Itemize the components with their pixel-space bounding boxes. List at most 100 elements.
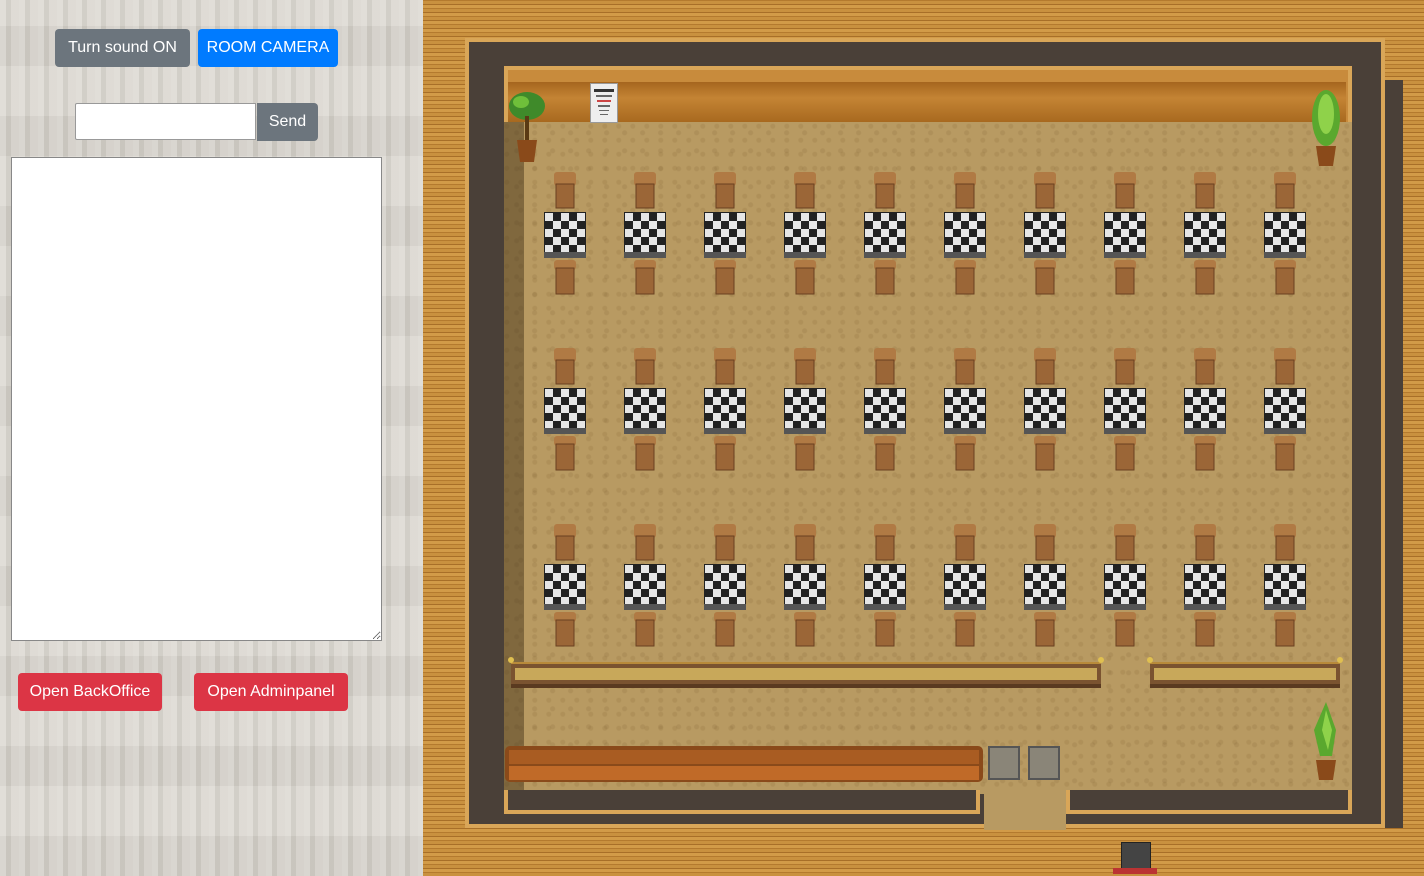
chair-icon [1114, 172, 1136, 209]
desk-icon [624, 388, 666, 434]
chair-icon [1274, 612, 1296, 647]
desk-icon [944, 388, 986, 434]
chair-icon [1034, 612, 1056, 647]
desk-icon [1104, 564, 1146, 610]
chair-icon [1114, 260, 1136, 295]
chair-icon [554, 348, 576, 385]
chair-icon [1274, 436, 1296, 471]
desk-icon [864, 212, 906, 258]
chair-icon [954, 172, 976, 209]
desk-icon [784, 388, 826, 434]
chair-icon [634, 524, 656, 561]
chair-icon [554, 436, 576, 471]
avatar-nameplate [1113, 868, 1157, 874]
control-panel: Turn sound ON ROOM CAMERA Send Open Back… [0, 0, 423, 876]
chair-icon [554, 612, 576, 647]
crate-icon [1028, 746, 1060, 780]
chair-icon [1114, 348, 1136, 385]
room-camera-button[interactable]: ROOM CAMERA [198, 29, 338, 67]
chair-icon [714, 260, 736, 295]
chair-icon [874, 348, 896, 385]
chair-icon [1194, 172, 1216, 209]
desk-icon [1264, 564, 1306, 610]
chair-icon [1034, 436, 1056, 471]
chair-icon [794, 612, 816, 647]
chair-icon [554, 172, 576, 209]
game-canvas[interactable] [423, 0, 1424, 876]
chair-icon [1194, 348, 1216, 385]
chair-icon [1274, 260, 1296, 295]
chair-icon [1114, 612, 1136, 647]
sofa-icon [505, 746, 983, 782]
chair-icon [794, 524, 816, 561]
desk-icon [1184, 212, 1226, 258]
desk-icon [704, 564, 746, 610]
chair-icon [1034, 348, 1056, 385]
chair-icon [794, 436, 816, 471]
desk-icon [704, 388, 746, 434]
chair-icon [794, 260, 816, 295]
chair-icon [714, 348, 736, 385]
chair-icon [954, 348, 976, 385]
chair-icon [714, 612, 736, 647]
chair-icon [634, 612, 656, 647]
desk-icon [1104, 212, 1146, 258]
chair-icon [954, 260, 976, 295]
chair-icon [1034, 260, 1056, 295]
desk-icon [1024, 212, 1066, 258]
chair-icon [954, 612, 976, 647]
chair-icon [874, 436, 896, 471]
desk-icon [1104, 388, 1146, 434]
chair-icon [554, 260, 576, 295]
chair-icon [874, 524, 896, 561]
chair-icon [1274, 524, 1296, 561]
chair-icon [1194, 260, 1216, 295]
desk-icon [544, 564, 586, 610]
chair-icon [1114, 436, 1136, 471]
open-adminpanel-button[interactable]: Open Adminpanel [194, 673, 348, 711]
chair-icon [554, 524, 576, 561]
desk-icon [1184, 564, 1226, 610]
chair-icon [1194, 524, 1216, 561]
chair-icon [634, 348, 656, 385]
desk-icon [1024, 564, 1066, 610]
desk-icon [624, 212, 666, 258]
desk-icon [624, 564, 666, 610]
desk-icon [784, 564, 826, 610]
desk-icon [544, 388, 586, 434]
chair-icon [1194, 436, 1216, 471]
desk-icon [1184, 388, 1226, 434]
chair-icon [1274, 172, 1296, 209]
chair-icon [714, 436, 736, 471]
crate-icon [988, 746, 1020, 780]
chair-icon [954, 436, 976, 471]
chair-icon [874, 260, 896, 295]
chair-icon [1114, 524, 1136, 561]
open-backoffice-button[interactable]: Open BackOffice [18, 673, 162, 711]
chair-icon [794, 348, 816, 385]
desk-icon [544, 212, 586, 258]
chair-icon [1194, 612, 1216, 647]
chair-icon [634, 172, 656, 209]
chair-icon [634, 436, 656, 471]
chair-icon [794, 172, 816, 209]
chair-icon [714, 524, 736, 561]
desk-icon [944, 564, 986, 610]
chat-log[interactable] [11, 157, 382, 641]
desk-icon [944, 212, 986, 258]
chat-input[interactable] [75, 103, 256, 140]
chair-icon [1034, 524, 1056, 561]
chair-icon [714, 172, 736, 209]
railing-icon [1147, 657, 1343, 688]
chair-icon [1274, 348, 1296, 385]
chair-icon [1034, 172, 1056, 209]
desk-icon [864, 388, 906, 434]
chair-icon [634, 260, 656, 295]
desk-icon [1264, 388, 1306, 434]
desk-icon [704, 212, 746, 258]
sound-toggle-button[interactable]: Turn sound ON [55, 29, 190, 67]
chair-icon [874, 612, 896, 647]
railing-icon [508, 657, 1104, 688]
chair-icon [874, 172, 896, 209]
send-button[interactable]: Send [257, 103, 318, 141]
